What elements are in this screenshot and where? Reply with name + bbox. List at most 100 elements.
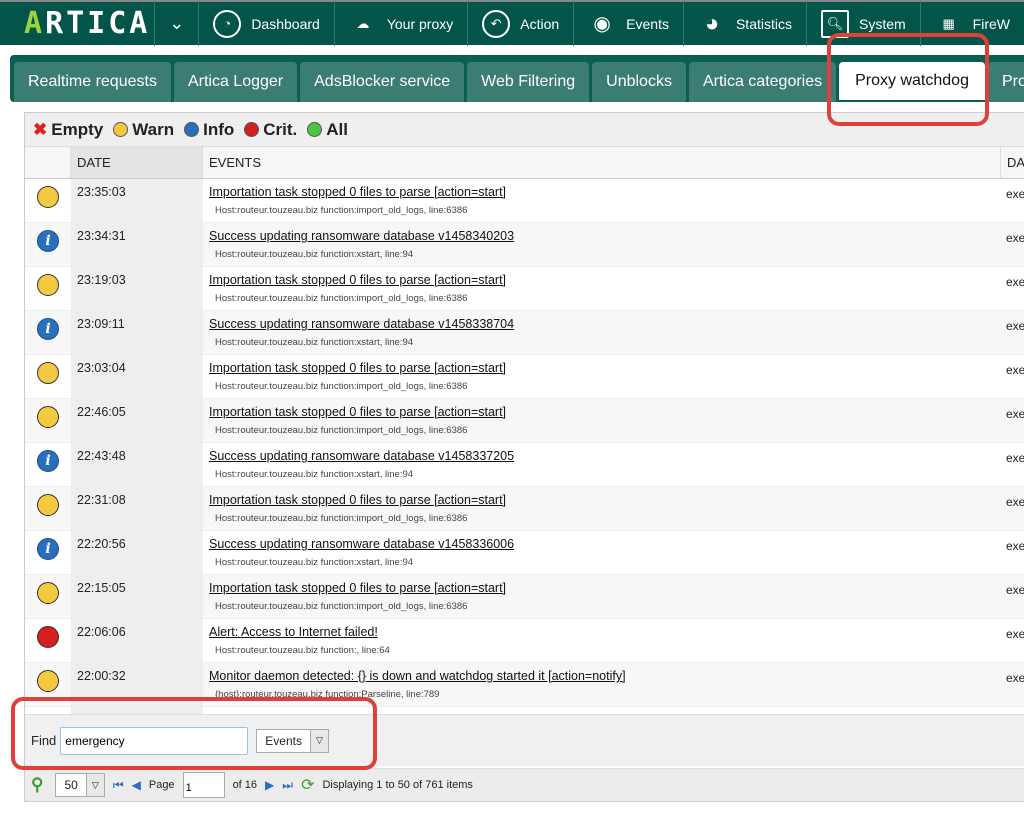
event-cell: Success updating ransomware database v14… bbox=[203, 531, 1001, 574]
date-cell: 23:09:11 bbox=[71, 311, 203, 354]
event-link[interactable]: Monitor daemon detected: {} is down and … bbox=[209, 669, 1001, 683]
crit-icon bbox=[37, 626, 59, 648]
event-link[interactable]: Success updating ransomware database v14… bbox=[209, 317, 1001, 331]
pie-chart-icon: ◕ bbox=[704, 9, 720, 37]
tab-realtime-requests[interactable]: Realtime requests bbox=[14, 62, 171, 102]
table-row[interactable]: i 23:09:11 Success updating ransomware d… bbox=[25, 311, 1024, 355]
pager-status: Displaying 1 to 50 of 761 items bbox=[322, 779, 473, 791]
menu-toggle[interactable]: ⌄ bbox=[154, 1, 198, 46]
filter-empty[interactable]: ✖ Empty bbox=[33, 120, 103, 140]
tab-adsblocker-service[interactable]: AdsBlocker service bbox=[300, 62, 465, 102]
severity-cell: i bbox=[25, 531, 71, 574]
warn-icon bbox=[37, 670, 59, 692]
filter-crit[interactable]: Crit. bbox=[244, 120, 297, 140]
severity-cell: i bbox=[25, 443, 71, 486]
table-row[interactable]: i 22:43:48 Success updating ransomware d… bbox=[25, 443, 1024, 487]
info-icon: i bbox=[37, 538, 59, 560]
last-page-icon[interactable]: ⏭ bbox=[282, 778, 293, 793]
date-cell: 22:46:05 bbox=[71, 399, 203, 442]
warn-icon bbox=[37, 362, 59, 384]
event-link[interactable]: Importation task stopped 0 files to pars… bbox=[209, 405, 1001, 419]
table-header: DATE EVENTS DA bbox=[25, 147, 1024, 179]
nav-dashboard[interactable]: ◔ Dashboard bbox=[198, 1, 334, 46]
severity-cell bbox=[25, 487, 71, 530]
extra-cell: exe bbox=[1006, 495, 1024, 509]
chevron-down-icon: ▽ bbox=[85, 774, 104, 796]
tab-artica-logger[interactable]: Artica Logger bbox=[173, 62, 298, 102]
table-row[interactable]: 23:19:03 Importation task stopped 0 file… bbox=[25, 267, 1024, 311]
tab-pro[interactable]: Pro bbox=[987, 62, 1024, 102]
event-link[interactable]: Success updating ransomware database v14… bbox=[209, 229, 1001, 243]
highlight-find-bar bbox=[11, 697, 377, 770]
event-detail: Host:routeur.touzeau.biz function:xstart… bbox=[215, 469, 414, 480]
severity-cell bbox=[25, 355, 71, 398]
event-cell: Importation task stopped 0 files to pars… bbox=[203, 575, 1001, 618]
event-detail: Host:routeur.touzeau.biz function:import… bbox=[215, 513, 468, 524]
event-detail: Host:routeur.touzeau.biz function:, line… bbox=[215, 645, 390, 656]
event-cell: Importation task stopped 0 files to pars… bbox=[203, 399, 1001, 442]
page-input[interactable] bbox=[182, 772, 225, 798]
date-cell: 23:19:03 bbox=[71, 267, 203, 310]
col-severity bbox=[25, 147, 71, 178]
event-link[interactable]: Importation task stopped 0 files to pars… bbox=[209, 361, 1001, 375]
event-detail: Host:routeur.touzeau.biz function:import… bbox=[215, 293, 468, 304]
extra-cell: exe bbox=[1006, 451, 1024, 465]
nav-action[interactable]: ↶ Action bbox=[467, 1, 573, 46]
nav-your-proxy[interactable]: ☁ Your proxy bbox=[333, 1, 467, 46]
table-row[interactable]: 22:06:06 Alert: Access to Internet faile… bbox=[25, 619, 1024, 663]
event-detail: Host:routeur.touzeau.biz function:xstart… bbox=[215, 249, 414, 260]
event-detail: Host:routeur.touzeau.biz function:import… bbox=[215, 425, 468, 436]
event-link[interactable]: Success updating ransomware database v14… bbox=[209, 449, 1001, 463]
warn-icon bbox=[37, 582, 59, 604]
event-cell: Success updating ransomware database v14… bbox=[203, 311, 1001, 354]
info-icon: i bbox=[37, 450, 59, 472]
tab-web-filtering[interactable]: Web Filtering bbox=[467, 62, 590, 102]
tab-artica-categories[interactable]: Artica categories bbox=[688, 62, 837, 102]
filter-warn[interactable]: Warn bbox=[113, 120, 174, 140]
extra-cell: exe bbox=[1006, 187, 1024, 201]
event-link[interactable]: Importation task stopped 0 files to pars… bbox=[209, 273, 1001, 287]
nav-events[interactable]: ◉ Events bbox=[573, 1, 683, 46]
event-link[interactable]: Importation task stopped 0 files to pars… bbox=[209, 185, 1001, 199]
search-icon[interactable]: ⚲ bbox=[31, 775, 43, 795]
table-body: 23:35:03 Importation task stopped 0 file… bbox=[25, 179, 1024, 751]
pager: ⚲ 50▽ ⏮ ◀ Page of 16 ▶ ⏭ ⟳ Displaying 1 … bbox=[25, 768, 1024, 801]
info-icon: i bbox=[37, 318, 59, 340]
event-link[interactable]: Alert: Access to Internet failed! bbox=[209, 625, 1001, 639]
nav-statistics[interactable]: ◕ Statistics bbox=[682, 1, 806, 46]
col-events[interactable]: EVENTS bbox=[203, 147, 1001, 178]
per-page-select[interactable]: 50 ▽ bbox=[55, 773, 105, 797]
refresh-icon[interactable]: ⟳ bbox=[301, 775, 314, 795]
event-link[interactable]: Success updating ransomware database v14… bbox=[209, 537, 1001, 551]
warn-icon bbox=[37, 494, 59, 516]
warn-dot-icon bbox=[113, 122, 129, 137]
first-page-icon[interactable]: ⏮ bbox=[113, 778, 124, 793]
table-row[interactable]: 22:31:08 Importation task stopped 0 file… bbox=[25, 487, 1024, 531]
prev-page-icon[interactable]: ◀ bbox=[132, 778, 141, 792]
table-row[interactable]: 23:03:04 Importation task stopped 0 file… bbox=[25, 355, 1024, 399]
extra-cell: exe bbox=[1006, 363, 1024, 377]
table-row[interactable]: 22:46:05 Importation task stopped 0 file… bbox=[25, 399, 1024, 443]
info-dot-icon bbox=[184, 122, 200, 137]
extra-cell: exe bbox=[1006, 583, 1024, 597]
warn-icon bbox=[37, 406, 59, 428]
table-row[interactable]: 22:15:05 Importation task stopped 0 file… bbox=[25, 575, 1024, 619]
col-da[interactable]: DA bbox=[1001, 147, 1024, 178]
col-date[interactable]: DATE bbox=[71, 147, 203, 178]
artica-logo[interactable]: A RTICA bbox=[0, 1, 154, 46]
event-link[interactable]: Importation task stopped 0 files to pars… bbox=[209, 493, 1001, 507]
filter-info[interactable]: Info bbox=[184, 120, 234, 140]
event-link[interactable]: Importation task stopped 0 files to pars… bbox=[209, 581, 1001, 595]
event-cell: Importation task stopped 0 files to pars… bbox=[203, 179, 1001, 222]
event-cell: Importation task stopped 0 files to pars… bbox=[203, 267, 1001, 310]
severity-cell bbox=[25, 267, 71, 310]
table-row[interactable]: i 22:20:56 Success updating ransomware d… bbox=[25, 531, 1024, 575]
filter-all[interactable]: All bbox=[307, 120, 348, 140]
dashboard-gauge-icon: ◔ bbox=[213, 9, 242, 38]
next-page-icon[interactable]: ▶ bbox=[265, 778, 274, 792]
info-icon: i bbox=[37, 230, 59, 252]
table-row[interactable]: 23:35:03 Importation task stopped 0 file… bbox=[25, 179, 1024, 223]
table-row[interactable]: i 23:34:31 Success updating ransomware d… bbox=[25, 223, 1024, 267]
severity-cell: i bbox=[25, 311, 71, 354]
tab-unblocks[interactable]: Unblocks bbox=[592, 62, 686, 102]
